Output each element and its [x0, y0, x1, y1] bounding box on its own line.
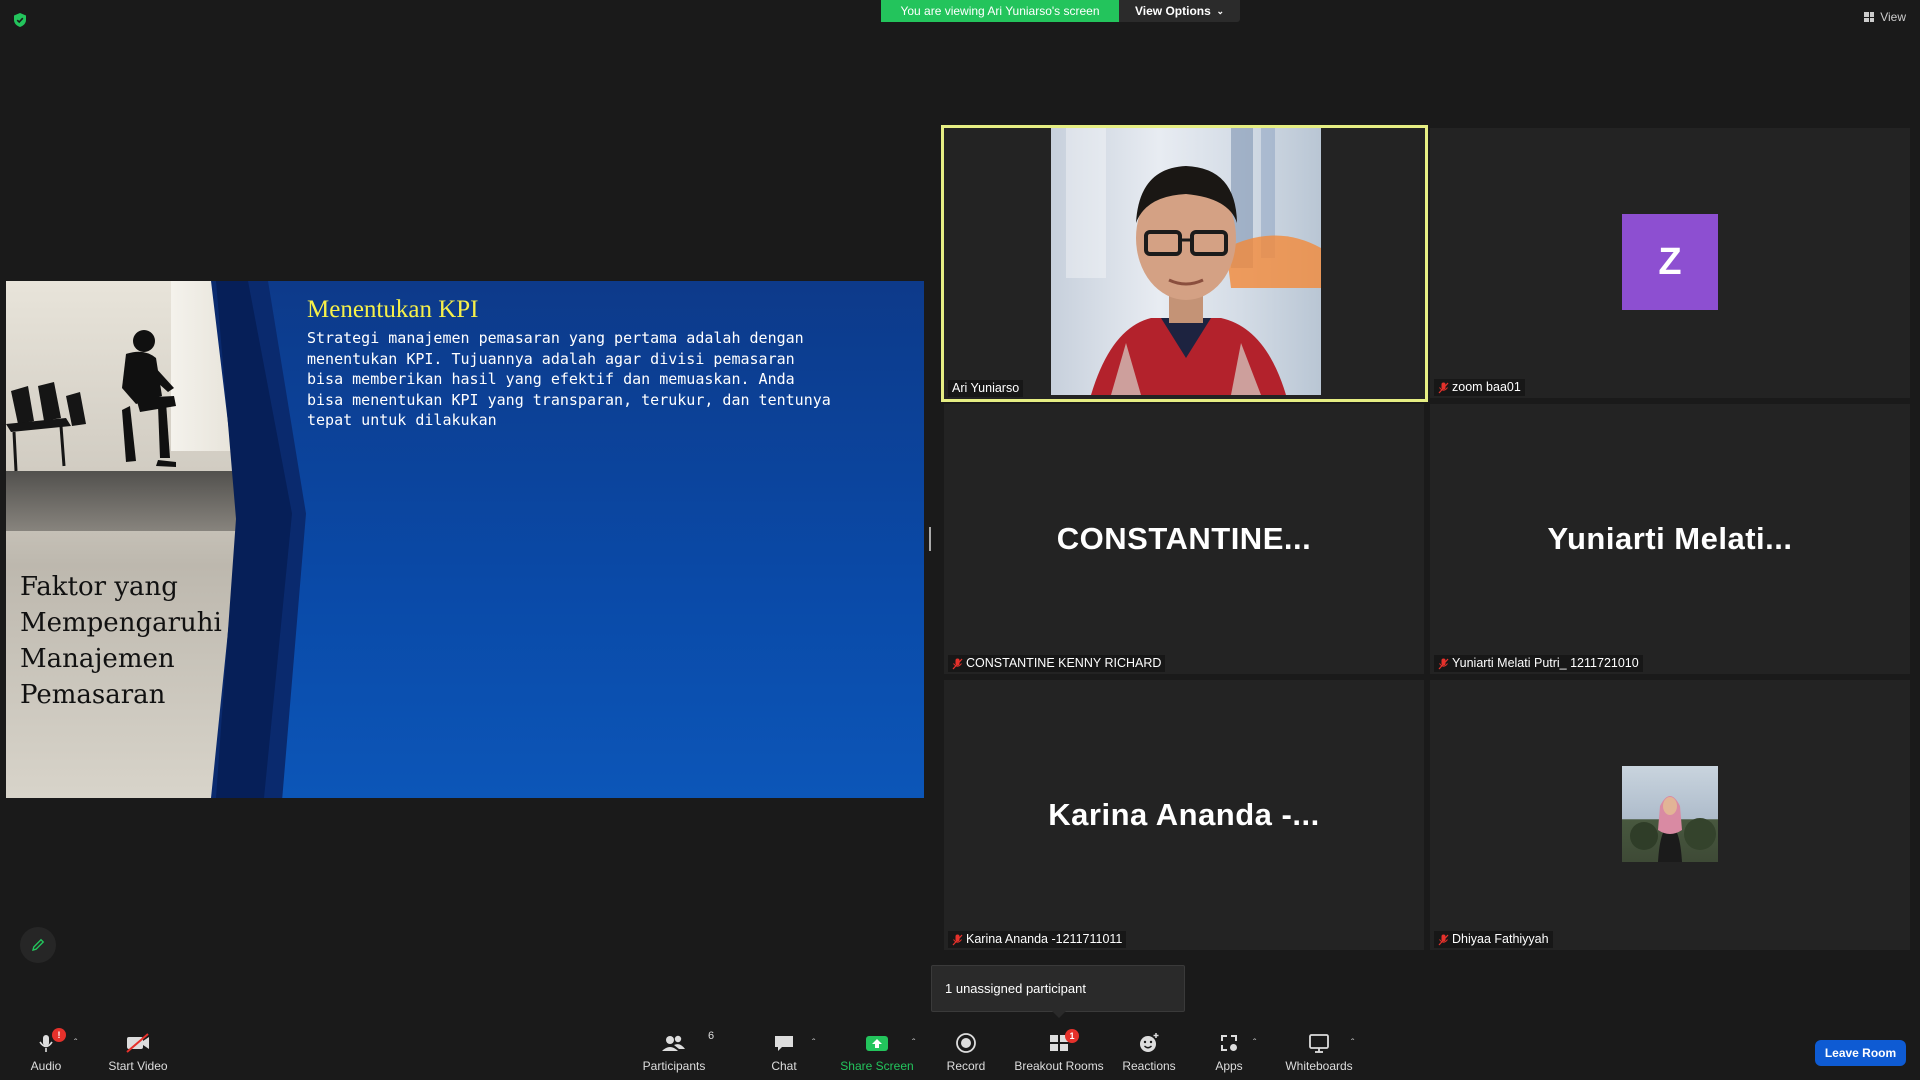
- view-label: View: [1880, 10, 1906, 24]
- breakout-rooms-icon: 1: [1047, 1029, 1079, 1056]
- man-silhouette: [122, 330, 176, 467]
- unassigned-participant-tooltip[interactable]: 1 unassigned participant: [931, 965, 1185, 1018]
- participant-tile-zoom-baa01[interactable]: Z zoom baa01: [1430, 128, 1910, 398]
- participant-name-label: CONSTANTINE KENNY RICHARD: [948, 655, 1166, 672]
- participant-tile-karina[interactable]: Karina Ananda -... Karina Ananda -121171…: [944, 680, 1424, 950]
- participant-tile-ari-yuniarso[interactable]: Ari Yuniarso: [941, 125, 1428, 402]
- apps-icon: [1217, 1030, 1241, 1056]
- security-shield-icon[interactable]: [12, 12, 28, 28]
- participant-display-name: CONSTANTINE...: [1056, 521, 1312, 556]
- share-screen-button[interactable]: Share Screen: [840, 1030, 914, 1073]
- whiteboard-icon: [1307, 1030, 1331, 1056]
- apps-options-caret-icon[interactable]: ˆ: [1253, 1038, 1256, 1049]
- slide-side-title: Faktor yang Mempengaruhi Manajemen Pemas…: [20, 572, 222, 710]
- participant-display-name: Yuniarti Melati...: [1547, 521, 1793, 556]
- participant-name-label: Karina Ananda -1211711011: [948, 931, 1127, 948]
- reactions-button[interactable]: Reactions: [1122, 1030, 1176, 1073]
- slide-title: Menentukan KPI: [307, 296, 479, 323]
- slide-body-text: Strategi manajemen pemasaran yang pertam…: [307, 329, 831, 429]
- meeting-toolbar: ! Audio ˆ Start Video 6 Participants Cha…: [0, 1022, 1920, 1080]
- leave-room-button[interactable]: Leave Room: [1815, 1040, 1906, 1066]
- view-button[interactable]: View: [1864, 10, 1906, 24]
- viewing-status-text: You are viewing Ari Yuniarso's screen: [881, 0, 1119, 22]
- audio-label: Audio: [30, 1059, 62, 1073]
- chat-label: Chat: [771, 1059, 797, 1073]
- pencil-icon: [32, 938, 45, 951]
- record-icon: [954, 1030, 978, 1056]
- reactions-label: Reactions: [1122, 1059, 1176, 1073]
- reactions-icon: [1137, 1030, 1161, 1056]
- participant-name-label: Yuniarti Melati Putri_ 1211721010: [1434, 655, 1643, 672]
- mic-muted-icon: [1438, 382, 1449, 393]
- record-button[interactable]: Record: [944, 1030, 988, 1073]
- participant-name-label: zoom baa01: [1434, 379, 1525, 396]
- shared-screen-slide: Faktor yang Mempengaruhi Manajemen Pemas…: [6, 281, 924, 798]
- participant-tile-dhiyaa[interactable]: Dhiyaa Fathiyyah: [1430, 680, 1910, 950]
- microphone-muted-icon: !: [34, 1028, 66, 1056]
- share-screen-label: Share Screen: [840, 1059, 914, 1073]
- video-off-icon: [124, 1030, 152, 1056]
- mic-muted-icon: [1438, 934, 1449, 945]
- share-screen-icon: [864, 1030, 890, 1056]
- whiteboards-options-caret-icon[interactable]: ˆ: [1351, 1038, 1354, 1049]
- breakout-rooms-badge: 1: [1065, 1029, 1079, 1043]
- participants-button[interactable]: 6 Participants: [642, 1030, 714, 1073]
- start-video-button[interactable]: Start Video: [106, 1030, 170, 1073]
- breakout-rooms-label: Breakout Rooms: [1014, 1059, 1104, 1073]
- participants-icon: 6: [660, 1030, 714, 1056]
- participant-video: [1051, 128, 1321, 395]
- chat-options-caret-icon[interactable]: ˆ: [812, 1038, 815, 1049]
- participant-name-label: Dhiyaa Fathiyyah: [1434, 931, 1553, 948]
- slide-photo: [6, 281, 241, 798]
- view-options-label: View Options: [1135, 4, 1211, 18]
- whiteboards-button[interactable]: Whiteboards: [1284, 1030, 1354, 1073]
- whiteboards-label: Whiteboards: [1285, 1059, 1353, 1073]
- participant-tile-constantine[interactable]: CONSTANTINE... CONSTANTINE KENNY RICHARD: [944, 404, 1424, 674]
- mic-muted-icon: [952, 934, 963, 945]
- participants-label: Participants: [642, 1059, 706, 1073]
- mic-muted-icon: [1438, 658, 1449, 669]
- audio-button[interactable]: ! Audio: [26, 1028, 66, 1073]
- participant-avatar: Z: [1622, 214, 1718, 310]
- chevron-down-icon: ⌄: [1216, 6, 1224, 16]
- view-options-button[interactable]: View Options ⌄: [1119, 0, 1240, 22]
- split-resize-handle[interactable]: [929, 527, 931, 551]
- start-video-label: Start Video: [108, 1059, 168, 1073]
- mic-muted-icon: [952, 658, 963, 669]
- participant-avatar-photo: [1622, 766, 1718, 862]
- viewing-banner: You are viewing Ari Yuniarso's screen Vi…: [881, 0, 1240, 22]
- chat-bubble-icon: [772, 1030, 796, 1056]
- breakout-rooms-button[interactable]: 1 Breakout Rooms: [1014, 1029, 1104, 1073]
- view-grid-icon: [1864, 12, 1875, 22]
- chat-button[interactable]: Chat: [766, 1030, 802, 1073]
- participant-display-name: Karina Ananda -...: [1048, 797, 1320, 832]
- participants-count: 6: [708, 1030, 715, 1042]
- participant-name-label: Ari Yuniarso: [948, 380, 1024, 397]
- share-options-caret-icon[interactable]: ˆ: [912, 1038, 915, 1049]
- unassigned-participant-text: 1 unassigned participant: [945, 981, 1086, 996]
- participant-tile-yuniarti[interactable]: Yuniarti Melati... Yuniarti Melati Putri…: [1430, 404, 1910, 674]
- apps-label: Apps: [1215, 1059, 1243, 1073]
- meeting-window: You are viewing Ari Yuniarso's screen Vi…: [0, 0, 1920, 1080]
- annotate-button[interactable]: [20, 927, 56, 963]
- record-label: Record: [946, 1059, 986, 1073]
- audio-warning-badge: !: [52, 1028, 66, 1042]
- apps-button[interactable]: Apps: [1214, 1030, 1244, 1073]
- audio-options-caret-icon[interactable]: ˆ: [74, 1038, 77, 1049]
